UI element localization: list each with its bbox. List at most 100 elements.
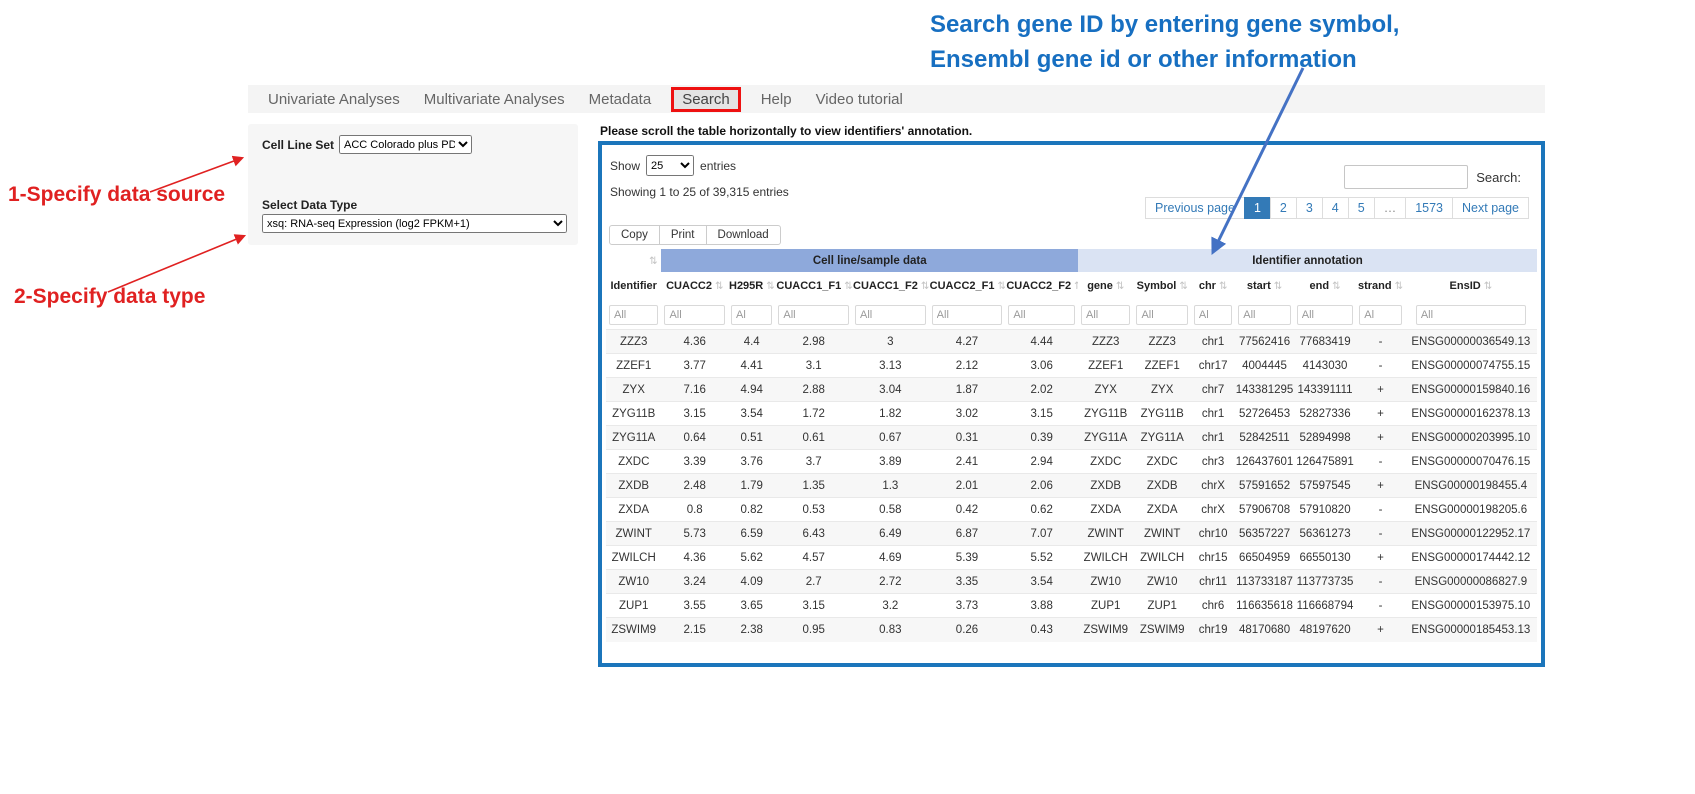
nav-item-multivariate-analyses[interactable]: Multivariate Analyses bbox=[424, 91, 565, 108]
nav-item-help[interactable]: Help bbox=[761, 91, 792, 108]
table-cell: 1.3 bbox=[852, 474, 929, 498]
table-row: ZXDC3.393.763.73.892.412.94ZXDCZXDCchr31… bbox=[606, 450, 1537, 474]
column-header-cuacc2[interactable]: CUACC2⇅ bbox=[661, 272, 728, 300]
sort-icon[interactable]: ⇅ bbox=[1274, 281, 1282, 292]
download-button[interactable]: Download bbox=[706, 225, 781, 245]
identifier-sort-icon[interactable]: ⇅ bbox=[649, 256, 657, 267]
filter-cell bbox=[929, 300, 1006, 330]
sort-icon[interactable]: ⇅ bbox=[921, 281, 929, 292]
table-cell: 48170680 bbox=[1235, 618, 1293, 642]
table-cell: ZZZ3 bbox=[606, 330, 661, 354]
table-cell: 0.26 bbox=[929, 618, 1006, 642]
table-cell: chrX bbox=[1191, 474, 1235, 498]
nav-item-search[interactable]: Search bbox=[671, 87, 741, 112]
filter-input-cuacc2-f2[interactable] bbox=[1008, 305, 1075, 325]
column-header-h295r[interactable]: H295R⇅ bbox=[728, 272, 775, 300]
copy-button[interactable]: Copy bbox=[609, 225, 660, 245]
sort-icon[interactable]: ⇅ bbox=[715, 281, 723, 292]
sort-icon[interactable]: ⇅ bbox=[1484, 281, 1492, 292]
pagination-ellipsis: … bbox=[1374, 197, 1407, 219]
column-header-ensid[interactable]: EnsID⇅ bbox=[1405, 272, 1537, 300]
entries-select[interactable]: 25 bbox=[646, 155, 694, 176]
nav-item-metadata[interactable]: Metadata bbox=[589, 91, 652, 108]
page-button-3[interactable]: 3 bbox=[1296, 197, 1323, 219]
column-header-chr[interactable]: chr⇅ bbox=[1191, 272, 1235, 300]
filter-input-start[interactable] bbox=[1238, 305, 1290, 325]
table-cell: 3.89 bbox=[852, 450, 929, 474]
filter-cell bbox=[606, 300, 661, 330]
table-cell: ZZZ3 bbox=[1133, 330, 1190, 354]
filter-input-end[interactable] bbox=[1297, 305, 1354, 325]
page-button-1573[interactable]: 1573 bbox=[1405, 197, 1453, 219]
filter-input-strand[interactable] bbox=[1359, 305, 1401, 325]
filter-input-identifier[interactable] bbox=[609, 305, 658, 325]
sort-icon[interactable]: ⇅ bbox=[1219, 281, 1227, 292]
sort-icon[interactable]: ⇅ bbox=[1074, 281, 1078, 292]
nav-item-video-tutorial[interactable]: Video tutorial bbox=[816, 91, 903, 108]
page-button-4[interactable]: 4 bbox=[1322, 197, 1349, 219]
filter-input-chr[interactable] bbox=[1194, 305, 1232, 325]
cell-line-set-select[interactable]: ACC Colorado plus PDX bbox=[339, 135, 472, 154]
filter-input-ensid[interactable] bbox=[1416, 305, 1526, 325]
column-header-end[interactable]: end⇅ bbox=[1294, 272, 1357, 300]
table-cell: 56357227 bbox=[1235, 522, 1293, 546]
print-button[interactable]: Print bbox=[659, 225, 707, 245]
page-button-5[interactable]: 5 bbox=[1348, 197, 1375, 219]
table-cell: chr15 bbox=[1191, 546, 1235, 570]
filter-cell bbox=[1078, 300, 1133, 330]
filter-input-symbol[interactable] bbox=[1136, 305, 1187, 325]
nav-item-univariate-analyses[interactable]: Univariate Analyses bbox=[268, 91, 400, 108]
table-cell: 0.64 bbox=[661, 426, 728, 450]
search-row: Search: bbox=[1344, 165, 1521, 189]
table-cell: 57597545 bbox=[1294, 474, 1357, 498]
table-row: ZUP13.553.653.153.23.733.88ZUP1ZUP1chr61… bbox=[606, 594, 1537, 618]
column-header-cuacc1-f2[interactable]: CUACC1_F2⇅ bbox=[852, 272, 929, 300]
filter-input-cuacc2-f1[interactable] bbox=[932, 305, 1003, 325]
sort-icon[interactable]: ⇅ bbox=[766, 281, 774, 292]
column-header-cuacc1-f1[interactable]: CUACC1_F1⇅ bbox=[775, 272, 852, 300]
table-cell: chr1 bbox=[1191, 330, 1235, 354]
previous-page-button[interactable]: Previous page bbox=[1145, 197, 1245, 219]
data-type-select[interactable]: xsq: RNA-seq Expression (log2 FPKM+1) bbox=[262, 214, 567, 233]
column-header-gene[interactable]: gene⇅ bbox=[1078, 272, 1133, 300]
selector-panel: Cell Line Set ACC Colorado plus PDX Sele… bbox=[248, 124, 578, 245]
table-cell: 3.15 bbox=[775, 594, 852, 618]
page-button-1[interactable]: 1 bbox=[1244, 197, 1271, 219]
sort-icon[interactable]: ⇅ bbox=[1116, 281, 1124, 292]
table-search-input[interactable] bbox=[1344, 165, 1468, 189]
filter-cell bbox=[1294, 300, 1357, 330]
table-cell: - bbox=[1356, 330, 1404, 354]
column-header-cuacc2-f1[interactable]: CUACC2_F1⇅ bbox=[929, 272, 1006, 300]
filter-input-cuacc1-f2[interactable] bbox=[855, 305, 926, 325]
filter-input-cuacc1-f1[interactable] bbox=[778, 305, 849, 325]
page-button-2[interactable]: 2 bbox=[1270, 197, 1297, 219]
table-cell: ZYX bbox=[606, 378, 661, 402]
next-page-button[interactable]: Next page bbox=[1452, 197, 1529, 219]
column-label: CUACC2_F1 bbox=[930, 280, 995, 292]
show-label: Show bbox=[610, 159, 640, 173]
table-cell: 2.72 bbox=[852, 570, 929, 594]
sort-icon[interactable]: ⇅ bbox=[1395, 281, 1403, 292]
table-row: ZWINT5.736.596.436.496.877.07ZWINTZWINTc… bbox=[606, 522, 1537, 546]
filter-input-gene[interactable] bbox=[1081, 305, 1130, 325]
filter-input-cuacc2[interactable] bbox=[664, 305, 725, 325]
sort-icon[interactable]: ⇅ bbox=[1332, 281, 1340, 292]
column-header-identifier[interactable]: Identifier bbox=[606, 272, 661, 300]
column-header-start[interactable]: start⇅ bbox=[1235, 272, 1293, 300]
table-cell: 0.8 bbox=[661, 498, 728, 522]
sort-icon[interactable]: ⇅ bbox=[844, 281, 852, 292]
table-cell: ZXDC bbox=[1133, 450, 1190, 474]
column-header-cuacc2-f2[interactable]: CUACC2_F2⇅ bbox=[1005, 272, 1078, 300]
filter-cell bbox=[1005, 300, 1078, 330]
sort-icon[interactable]: ⇅ bbox=[997, 281, 1005, 292]
table-cell: 0.83 bbox=[852, 618, 929, 642]
column-header-symbol[interactable]: Symbol⇅ bbox=[1133, 272, 1190, 300]
sort-icon[interactable]: ⇅ bbox=[1179, 281, 1187, 292]
table-cell: 3.88 bbox=[1005, 594, 1078, 618]
table-cell: 6.87 bbox=[929, 522, 1006, 546]
table-cell: ZZEF1 bbox=[1133, 354, 1190, 378]
table-cell: 3.04 bbox=[852, 378, 929, 402]
table-cell: ENSG00000185453.13 bbox=[1405, 618, 1537, 642]
column-header-strand[interactable]: strand⇅ bbox=[1356, 272, 1404, 300]
filter-input-h295r[interactable] bbox=[731, 305, 772, 325]
